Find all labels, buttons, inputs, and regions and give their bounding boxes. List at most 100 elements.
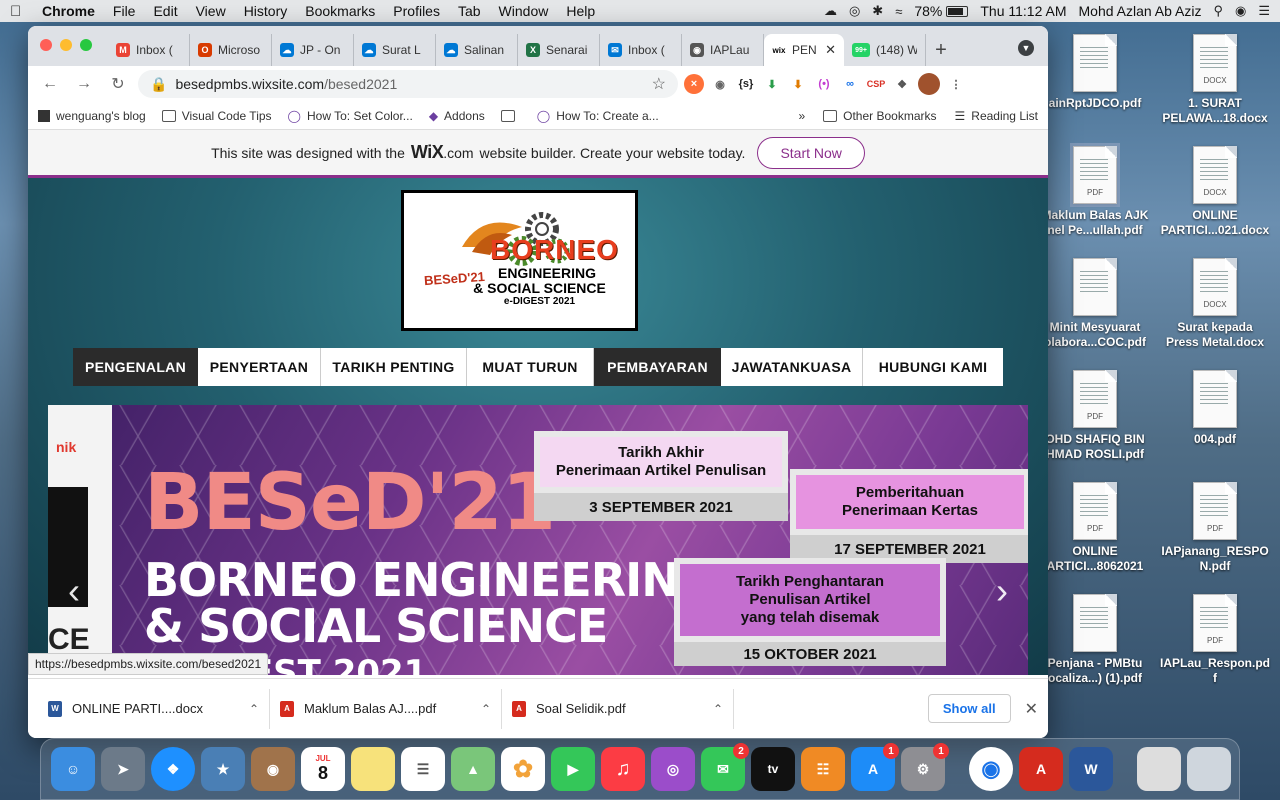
- chevron-up-icon[interactable]: ⌃: [713, 702, 723, 716]
- desktop-file[interactable]: PDF ONLINE ARTICI...8062021: [1030, 482, 1160, 574]
- desktop-file[interactable]: Penjana - PMBtu ocaliza...) (1).pdf: [1030, 594, 1160, 686]
- books-icon[interactable]: ☷: [801, 747, 845, 791]
- trash-icon[interactable]: [1187, 747, 1231, 791]
- close-downloads-icon[interactable]: ✕: [1025, 699, 1038, 719]
- new-tab-button[interactable]: +: [926, 34, 956, 66]
- acrobat-icon[interactable]: A: [1019, 747, 1063, 791]
- calendar-icon[interactable]: JUL 8: [301, 747, 345, 791]
- other-bookmarks[interactable]: Other Bookmarks: [823, 109, 937, 123]
- podcasts-icon[interactable]: ◎: [651, 747, 695, 791]
- desktop-file[interactable]: PDF Maklum Balas AJK nel Pe...ullah.pdf: [1030, 143, 1160, 238]
- zoom-window-button[interactable]: [80, 39, 92, 51]
- desktop-file[interactable]: PDF IAPjanang_RESPO N.pdf: [1150, 482, 1280, 574]
- download-item[interactable]: W ONLINE PARTI....docx ⌃: [38, 688, 270, 729]
- browser-tab[interactable]: ☁ JP - On: [272, 34, 354, 66]
- menu-file[interactable]: File: [113, 3, 136, 19]
- back-button[interactable]: ←: [36, 70, 64, 98]
- menu-bookmarks[interactable]: Bookmarks: [305, 3, 375, 19]
- bookmark-item[interactable]: ◯ How To: Create a...: [537, 109, 659, 123]
- bluetooth-icon[interactable]: ✱: [872, 3, 883, 19]
- control-center-icon[interactable]: ☰: [1258, 3, 1270, 19]
- preview-icon[interactable]: ★: [201, 747, 245, 791]
- csp-extension-icon[interactable]: CSP: [866, 74, 886, 94]
- menu-history[interactable]: History: [244, 3, 288, 19]
- menu-edit[interactable]: Edit: [153, 3, 177, 19]
- word-icon[interactable]: W: [1069, 747, 1113, 791]
- link-extension-icon[interactable]: ∞: [840, 74, 860, 94]
- json-extension-icon[interactable]: {s}: [736, 74, 756, 94]
- browser-tab[interactable]: X Senarai: [518, 34, 600, 66]
- extensions-puzzle-icon[interactable]: ❖: [892, 74, 912, 94]
- contacts-icon[interactable]: ◉: [251, 747, 295, 791]
- chevron-up-icon[interactable]: ⌃: [249, 702, 259, 716]
- nav-penyertaan[interactable]: PENYERTAAN: [198, 348, 321, 386]
- wifi-icon[interactable]: ≈: [895, 4, 902, 19]
- download-item[interactable]: A Soal Selidik.pdf ⌃: [502, 688, 734, 729]
- browser-tab[interactable]: M Inbox (: [108, 34, 190, 66]
- chevron-up-icon[interactable]: ⌃: [481, 702, 491, 716]
- menu-window[interactable]: Window: [499, 3, 549, 19]
- launchpad-icon[interactable]: ➤: [101, 747, 145, 791]
- forward-button[interactable]: →: [70, 70, 98, 98]
- screen-record-icon[interactable]: ◎: [849, 3, 860, 19]
- minimize-window-button[interactable]: [60, 39, 72, 51]
- music-icon[interactable]: ♫: [601, 747, 645, 791]
- browser-tab[interactable]: ✉ Inbox (: [600, 34, 682, 66]
- cast-extension-icon[interactable]: (•): [814, 74, 834, 94]
- bookmark-item[interactable]: ◆ Addons: [429, 109, 485, 123]
- photos-icon[interactable]: ✿: [501, 747, 545, 791]
- bookmarks-overflow-button[interactable]: »: [798, 109, 805, 123]
- show-all-downloads-button[interactable]: Show all: [927, 694, 1011, 723]
- chrome-icon[interactable]: ◉: [969, 747, 1013, 791]
- spotlight-search-icon[interactable]: ⚲: [1213, 3, 1223, 19]
- notes-icon[interactable]: [351, 747, 395, 791]
- start-now-button[interactable]: Start Now: [757, 136, 865, 169]
- app-store-icon[interactable]: A1: [851, 743, 899, 791]
- reading-list[interactable]: ☰ Reading List: [955, 109, 1038, 123]
- site-logo[interactable]: BORNEO ENGINEERING & SOCIAL SCIENCE e-DI…: [401, 190, 638, 331]
- nav-hubungi-kami[interactable]: HUBUNGI KAMI: [863, 348, 1003, 386]
- reload-button[interactable]: ↻: [104, 70, 132, 98]
- extension-icon[interactable]: ×: [684, 74, 704, 94]
- close-tab-icon[interactable]: ✕: [825, 42, 836, 58]
- apple-menu-icon[interactable]: : [10, 3, 26, 20]
- desktop-file[interactable]: PDF IAPLau_Respon.pd f: [1150, 594, 1280, 686]
- finder-icon[interactable]: ☺: [51, 747, 95, 791]
- more-menu-icon[interactable]: ⋮: [946, 74, 966, 94]
- browser-tab[interactable]: ☁ Surat L: [354, 34, 436, 66]
- bookmark-folder[interactable]: [500, 109, 521, 122]
- bookmark-star-icon[interactable]: ☆: [652, 74, 666, 94]
- battery-indicator[interactable]: 78%: [914, 3, 969, 19]
- downloader-extension-icon[interactable]: ⬇: [788, 74, 808, 94]
- maps-icon[interactable]: ▲: [451, 747, 495, 791]
- browser-tab[interactable]: ☁ Salinan: [436, 34, 518, 66]
- reminders-icon[interactable]: ☰: [401, 747, 445, 791]
- desktop-file[interactable]: DOCX Surat kepada Press Metal.docx: [1150, 258, 1280, 350]
- tab-search-icon[interactable]: ▼: [1018, 40, 1034, 56]
- menu-tab[interactable]: Tab: [458, 3, 481, 19]
- menu-clock[interactable]: Thu 11:12 AM: [980, 3, 1066, 19]
- menu-help[interactable]: Help: [566, 3, 595, 19]
- messages-icon[interactable]: ✉ 2: [701, 743, 749, 791]
- bookmark-folder[interactable]: Visual Code Tips: [161, 109, 272, 123]
- browser-tab-active[interactable]: wix PEN ✕: [764, 34, 844, 66]
- safari-icon[interactable]: ❖: [151, 747, 195, 791]
- apple-tv-icon[interactable]: tv: [751, 747, 795, 791]
- close-window-button[interactable]: [40, 39, 52, 51]
- menu-app-name[interactable]: Chrome: [42, 3, 95, 19]
- nav-muat-turun[interactable]: MUAT TURUN: [467, 348, 594, 386]
- nav-pengenalan[interactable]: PENGENALAN: [73, 348, 198, 386]
- address-bar[interactable]: 🔒 besedpmbs.wixsite.com/besed2021 ☆: [138, 70, 678, 98]
- browser-tab[interactable]: O Microso: [190, 34, 272, 66]
- wix-logo[interactable]: WiX: [411, 142, 444, 162]
- creative-cloud-icon[interactable]: ☁: [824, 3, 837, 19]
- desktop-file[interactable]: ainRptJDCO.pdf: [1030, 34, 1160, 111]
- facetime-icon[interactable]: ▶: [551, 747, 595, 791]
- menu-view[interactable]: View: [196, 3, 226, 19]
- slide-next-arrow-icon[interactable]: ›: [996, 570, 1008, 612]
- download-item[interactable]: A Maklum Balas AJ....pdf ⌃: [270, 688, 502, 729]
- nav-jawatankuasa[interactable]: JAWATANKUASA: [721, 348, 863, 386]
- bookmark-item[interactable]: ◯ How To: Set Color...: [288, 109, 413, 123]
- system-preferences-icon[interactable]: ⚙ 1: [901, 743, 949, 791]
- browser-tab[interactable]: ◉ IAPLau: [682, 34, 764, 66]
